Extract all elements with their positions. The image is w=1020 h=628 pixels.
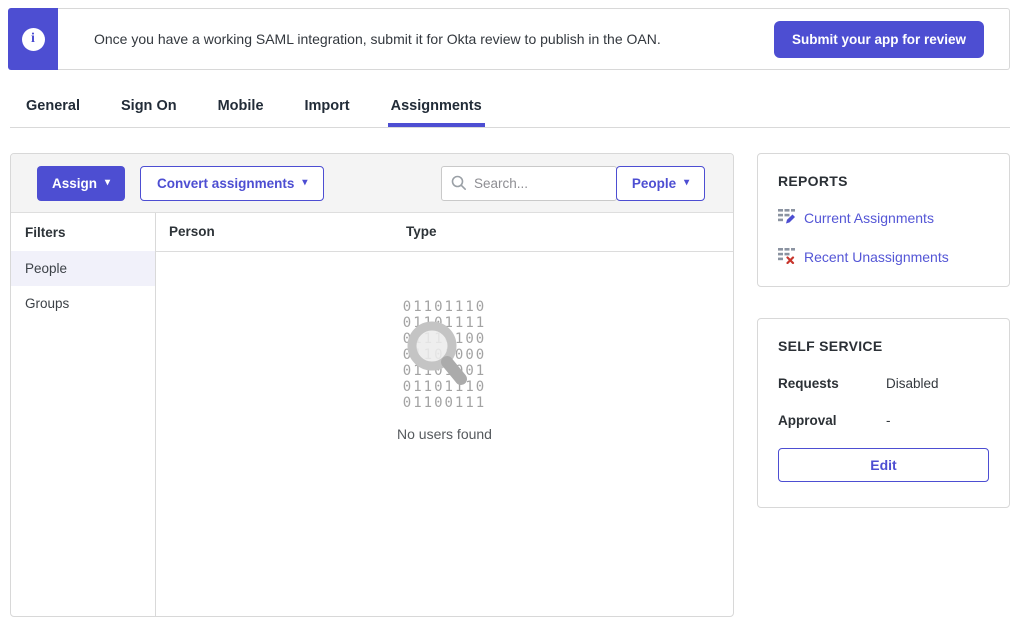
- assignments-toolbar: Assign ▾ Convert assignments ▾ People ▾: [11, 154, 733, 213]
- assign-button[interactable]: Assign ▾: [37, 166, 125, 201]
- requests-value: Disabled: [886, 376, 939, 391]
- search-scope-button[interactable]: People ▾: [616, 166, 705, 201]
- requests-label: Requests: [778, 376, 886, 391]
- column-header-type: Type: [406, 224, 437, 239]
- current-assignments-label: Current Assignments: [804, 210, 934, 226]
- empty-state: 01101110 01101111 01110100 01101000 0110…: [156, 252, 733, 442]
- unassignments-report-icon: [778, 247, 795, 267]
- recent-unassignments-label: Recent Unassignments: [804, 249, 949, 265]
- banner-message: Once you have a working SAML integration…: [94, 31, 774, 47]
- self-service-title: SELF SERVICE: [778, 338, 989, 354]
- assign-button-label: Assign: [52, 176, 97, 191]
- assignments-panel: Assign ▾ Convert assignments ▾ People ▾ …: [10, 153, 734, 617]
- chevron-down-icon: ▾: [302, 178, 307, 188]
- tab-import[interactable]: Import: [302, 88, 353, 127]
- tab-sign-on[interactable]: Sign On: [118, 88, 180, 127]
- filter-item-groups[interactable]: Groups: [11, 286, 155, 321]
- convert-assignments-button[interactable]: Convert assignments ▾: [140, 166, 324, 201]
- assignments-table: Person Type 01101110 01101111 01110100 0…: [156, 213, 733, 616]
- info-icon: i: [22, 28, 45, 51]
- approval-row: Approval -: [778, 413, 989, 428]
- tab-general[interactable]: General: [23, 88, 83, 127]
- chevron-down-icon: ▾: [105, 178, 110, 188]
- info-banner: i Once you have a working SAML integrati…: [8, 8, 1010, 70]
- submit-app-review-button[interactable]: Submit your app for review: [774, 21, 984, 58]
- assignments-content: Filters People Groups Person Type 011011…: [11, 213, 733, 616]
- search-icon: [451, 175, 467, 191]
- approval-value: -: [886, 413, 891, 428]
- app-tabs: General Sign On Mobile Import Assignment…: [10, 88, 1010, 128]
- self-service-card: SELF SERVICE Requests Disabled Approval …: [757, 318, 1010, 508]
- requests-row: Requests Disabled: [778, 376, 989, 391]
- approval-label: Approval: [778, 413, 886, 428]
- magnifier-icon: [397, 313, 479, 399]
- column-header-person: Person: [156, 224, 406, 239]
- filters-title: Filters: [11, 213, 155, 251]
- filter-item-people[interactable]: People: [11, 251, 155, 286]
- current-assignments-link[interactable]: Current Assignments: [778, 208, 989, 228]
- banner-body: Once you have a working SAML integration…: [58, 8, 1010, 70]
- search-group: People ▾: [441, 166, 705, 201]
- reports-card: REPORTS Current Assignments: [757, 153, 1010, 287]
- tab-assignments[interactable]: Assignments: [388, 88, 485, 127]
- recent-unassignments-link[interactable]: Recent Unassignments: [778, 247, 989, 267]
- edit-button[interactable]: Edit: [778, 448, 989, 482]
- convert-assignments-label: Convert assignments: [157, 176, 294, 191]
- empty-state-message: No users found: [156, 426, 733, 442]
- filters-sidebar: Filters People Groups: [11, 213, 156, 616]
- chevron-down-icon: ▾: [684, 178, 689, 188]
- search-scope-label: People: [632, 176, 676, 191]
- tab-mobile[interactable]: Mobile: [215, 88, 267, 127]
- reports-title: REPORTS: [778, 173, 989, 189]
- table-header-row: Person Type: [156, 213, 733, 252]
- search-input[interactable]: [441, 166, 617, 201]
- assignments-report-icon: [778, 208, 795, 228]
- banner-icon-box: i: [8, 8, 58, 70]
